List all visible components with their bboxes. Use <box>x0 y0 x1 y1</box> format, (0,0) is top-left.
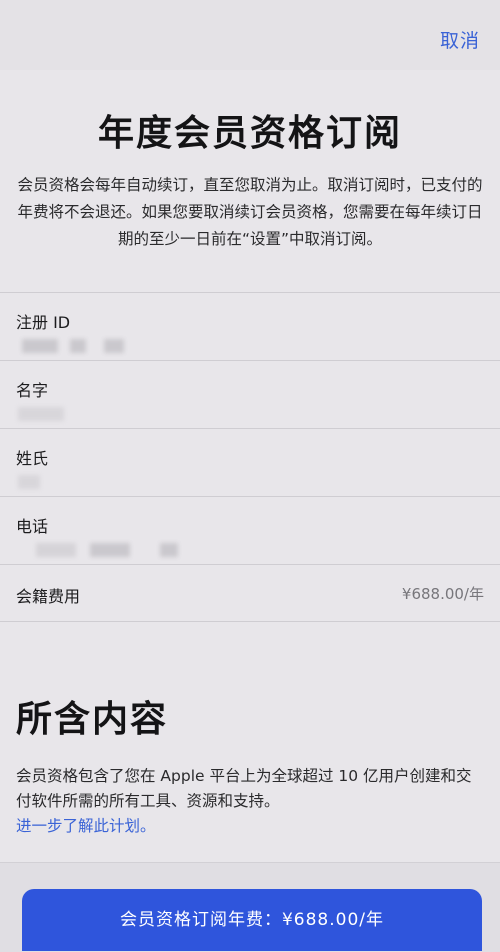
last-name-field: 姓氏 <box>0 428 500 496</box>
redacted-value <box>70 339 86 353</box>
subscribe-button[interactable]: 会员资格订阅年费：¥688.00/年 <box>22 889 482 951</box>
first-name-field: 名字 <box>0 360 500 428</box>
subscription-description: 会员资格会每年自动续订，直至您取消为止。取消订阅时，已支付的年费将不会退还。如果… <box>17 176 483 248</box>
redacted-value <box>18 475 40 489</box>
member-info-form: 注册 ID 名字 姓氏 电话 会籍费用 ¥688.00/年 <box>0 292 500 622</box>
phone-label: 电话 <box>16 517 49 536</box>
phone-field: 电话 <box>0 496 500 564</box>
first-name-label: 名字 <box>16 381 49 400</box>
page-title: 年度会员资格订阅 <box>97 113 402 154</box>
includes-title: 所含内容 <box>16 699 169 740</box>
registration-id-label: 注册 ID <box>16 313 71 332</box>
redacted-value <box>18 407 64 421</box>
includes-description: 会员资格包含了您在 Apple 平台上为全球超过 10 亿用户创建和交付软件所需… <box>16 767 472 810</box>
redacted-value <box>36 543 76 557</box>
membership-fee-row: 会籍费用 ¥688.00/年 <box>0 564 500 622</box>
membership-fee-value: ¥688.00/年 <box>401 585 484 603</box>
membership-fee-label: 会籍费用 <box>16 587 81 606</box>
cancel-button[interactable]: 取消 <box>440 26 480 53</box>
navigation-bar: 取消 <box>0 0 500 70</box>
redacted-value <box>22 339 58 353</box>
last-name-label: 姓氏 <box>16 449 49 468</box>
redacted-value <box>160 543 178 557</box>
redacted-value <box>104 339 124 353</box>
redacted-value <box>90 543 130 557</box>
learn-more-link[interactable]: 进一步了解此计划。 <box>16 814 156 836</box>
registration-id-field: 注册 ID <box>0 292 500 360</box>
